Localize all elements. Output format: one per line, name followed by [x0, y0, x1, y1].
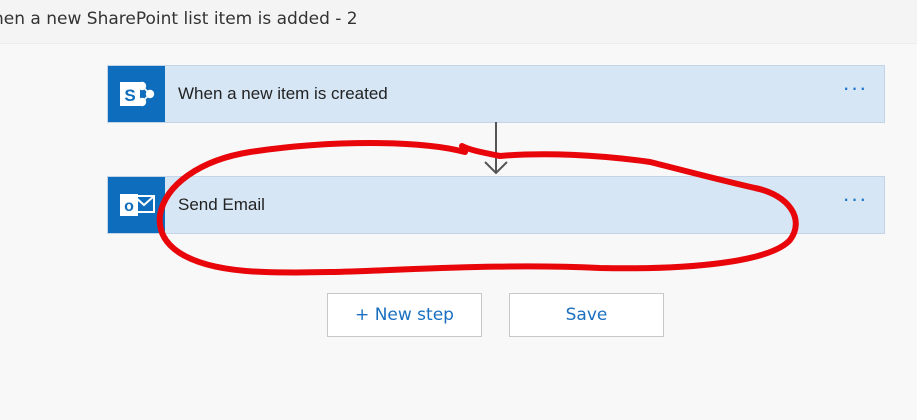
more-options-icon[interactable]: ···	[840, 188, 870, 215]
top-bar: hen a new SharePoint list item is added …	[0, 0, 917, 44]
arrow-down-icon	[484, 122, 508, 175]
step-label-send-email: Send Email	[178, 195, 265, 214]
new-step-button[interactable]: + New step	[327, 293, 482, 337]
flow-title: hen a new SharePoint list item is added …	[0, 9, 358, 29]
svg-text:o: o	[124, 198, 134, 215]
step-card-send-email[interactable]: o Send Email ···	[107, 176, 885, 234]
save-button[interactable]: Save	[509, 293, 664, 337]
sharepoint-icon: S	[108, 66, 165, 122]
step-card-trigger[interactable]: S When a new item is created ···	[107, 65, 885, 123]
outlook-icon: o	[108, 177, 165, 233]
svg-text:S: S	[124, 86, 135, 105]
more-options-icon[interactable]: ···	[840, 77, 870, 104]
step-label-trigger: When a new item is created	[178, 84, 388, 103]
